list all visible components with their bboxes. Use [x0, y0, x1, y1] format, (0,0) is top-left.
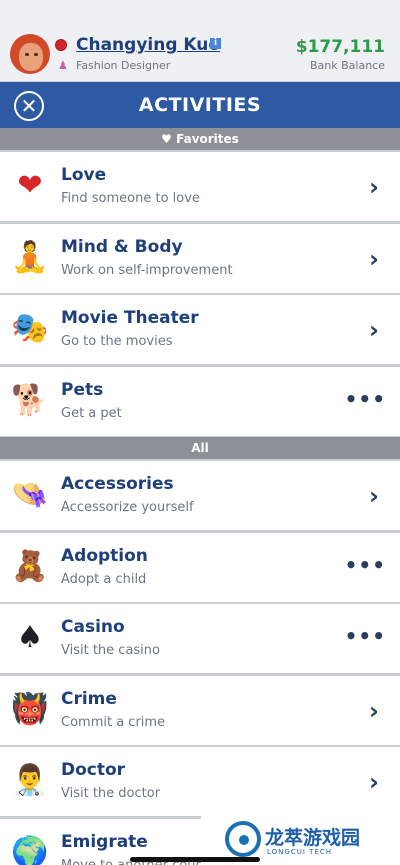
globe-icon: 🌍 [11, 834, 49, 865]
activity-row-casino[interactable]: ♠ Casino Visit the casino ••• [0, 604, 400, 673]
avatar[interactable] [10, 34, 50, 74]
activity-title: Love [61, 165, 107, 185]
activity-row-crime[interactable]: 👹 Crime Commit a crime › [0, 675, 400, 745]
bank-balance-label: Bank Balance [310, 59, 385, 72]
watermark-subtext: LONGCUI TECH [267, 848, 332, 856]
activity-row-adoption[interactable]: 🧸 Adoption Adopt a child ••• [0, 532, 400, 602]
more-options-icon[interactable]: ••• [345, 387, 386, 411]
activity-row-doctor[interactable]: 👨‍⚕️ Doctor Visit the doctor › [0, 747, 400, 816]
heart-icon: ❤ [17, 168, 43, 203]
activity-subtitle: Get a pet [61, 405, 122, 421]
activity-row-love[interactable]: ❤ Love Find someone to love › [0, 152, 400, 221]
activity-subtitle: Go to the movies [61, 334, 173, 349]
activity-title: Crime [61, 688, 117, 709]
country-flag-icon [55, 39, 67, 51]
activity-row-movie-theater[interactable]: 🎭 Movie Theater Go to the movies › [0, 295, 400, 364]
job-icon: ♟ [58, 59, 68, 72]
info-icon[interactable]: i [210, 38, 221, 49]
job-title: Fashion Designer [76, 59, 171, 72]
activity-subtitle: Visit the doctor [61, 786, 161, 801]
hat-icon: 👒 [11, 477, 49, 512]
avatar-eye [25, 53, 29, 56]
section-header-all: All [0, 437, 400, 459]
activity-row-pets[interactable]: 🐕 Pets Get a pet ••• [0, 366, 400, 436]
avatar-face [19, 43, 43, 71]
dog-icon: 🐕 [11, 382, 49, 418]
activity-subtitle: Commit a crime [61, 714, 166, 730]
activity-title: Casino [61, 617, 125, 637]
meditation-icon: 🧘 [11, 239, 49, 275]
activity-subtitle: Adopt a child [61, 571, 147, 587]
page-title: ACTIVITIES [138, 94, 262, 116]
activity-row-mind-body[interactable]: 🧘 Mind & Body Work on self-improvement › [0, 223, 400, 293]
theater-masks-icon: 🎭 [11, 311, 49, 346]
activity-title: Mind & Body [61, 236, 183, 257]
doctor-icon: 👨‍⚕️ [11, 763, 49, 798]
character-name[interactable]: Changying Kuo [76, 35, 220, 55]
chevron-right-icon[interactable]: › [369, 699, 383, 723]
spade-icon: ♠ [16, 620, 44, 655]
avatar-eye [34, 53, 38, 56]
profile-bar: Changying Kuo i ♟ Fashion Designer $177,… [0, 0, 400, 82]
activity-title: Movie Theater [61, 308, 199, 328]
activity-title: Emigrate [61, 831, 148, 852]
activity-subtitle: Visit the casino [61, 643, 160, 658]
activity-title: Accessories [61, 474, 174, 494]
section-header-favorites: ♥ Favorites [0, 128, 400, 150]
home-indicator [130, 857, 260, 862]
activity-title: Adoption [61, 545, 148, 566]
teddy-bear-icon: 🧸 [11, 548, 49, 584]
chevron-right-icon[interactable]: › [369, 484, 383, 508]
activity-subtitle: Accessorize yourself [61, 500, 194, 515]
more-options-icon[interactable]: ••• [345, 553, 386, 577]
ogre-mask-icon: 👹 [11, 691, 49, 727]
chevron-right-icon[interactable]: › [369, 247, 383, 271]
chevron-right-icon[interactable]: › [369, 318, 383, 342]
watermark-text: 龙萃游戏园 [265, 827, 361, 849]
chevron-right-icon[interactable]: › [369, 770, 383, 794]
activity-subtitle: Work on self-improvement [61, 262, 233, 278]
title-bar: ✕ ACTIVITIES [0, 82, 400, 128]
watermark-logo-icon [225, 821, 261, 857]
bank-balance: $177,111 [295, 37, 385, 57]
chevron-right-icon[interactable]: › [369, 175, 383, 199]
activity-subtitle: Find someone to love [61, 191, 200, 206]
activity-title: Pets [61, 379, 104, 400]
more-options-icon[interactable]: ••• [345, 624, 386, 648]
activity-title: Doctor [61, 760, 126, 780]
activity-row-accessories[interactable]: 👒 Accessories Accessorize yourself › [0, 461, 400, 530]
